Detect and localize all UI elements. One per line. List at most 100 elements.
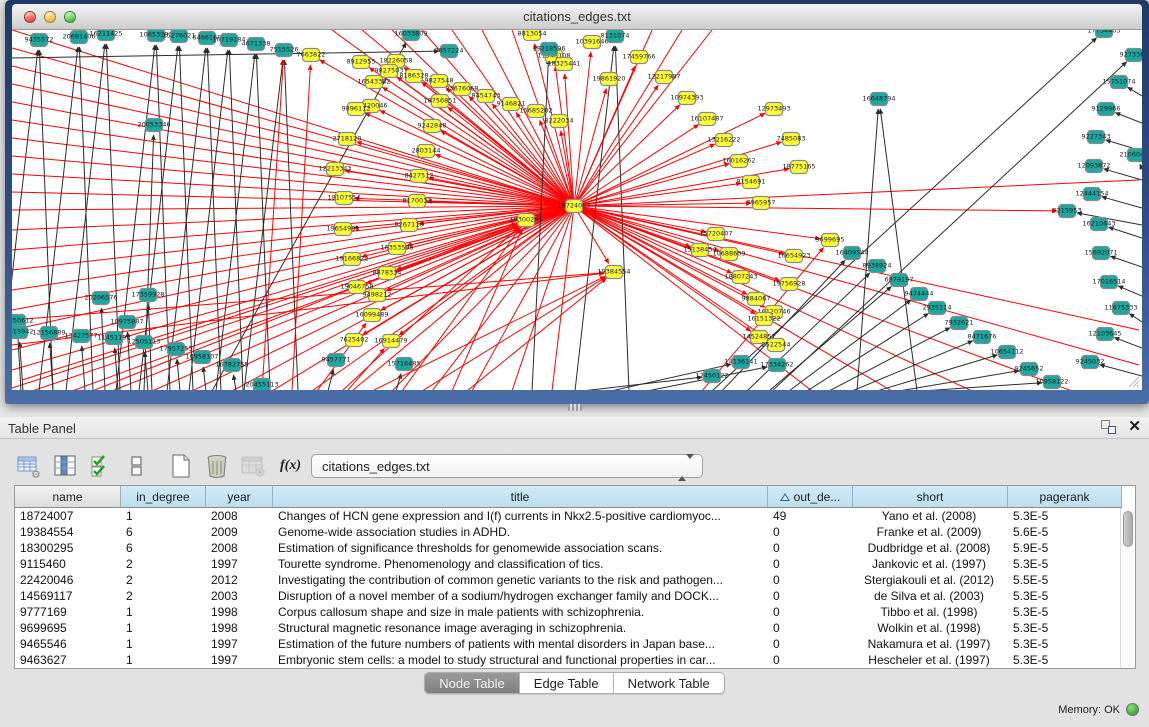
network-window-titlebar[interactable]: citations_edges.txt xyxy=(12,4,1142,30)
table-cell: Dudbridge et al. (2008) xyxy=(853,540,1008,556)
function-builder-icon[interactable]: f(x) xyxy=(280,458,301,474)
table-header-row: namein_degreeyeartitleout_de...shortpage… xyxy=(15,486,1135,508)
table-select-dropdown[interactable]: citations_edges.txt xyxy=(311,454,703,478)
graph-node-label: 16409544 xyxy=(835,249,868,257)
graph-node-label: 9457771 xyxy=(322,356,351,364)
table-cell: de Silva et al. (2003) xyxy=(853,588,1008,604)
graph-node-label: 10958122 xyxy=(1035,378,1068,386)
column-header-out-de-[interactable]: out_de... xyxy=(768,486,853,508)
scrollbar-thumb[interactable] xyxy=(1123,511,1133,547)
graph-node-label: 15716485 xyxy=(387,360,420,368)
table-cell: 1997 xyxy=(206,556,273,572)
table-row[interactable]: 1938455462009Genome-wide association stu… xyxy=(15,524,1135,540)
graph-node-label: 12217987 xyxy=(647,73,680,81)
graph-node-label: 12505113 xyxy=(127,338,160,346)
graph-node-label: 9435572 xyxy=(25,36,54,44)
graph-node-label: 16151322 xyxy=(747,315,780,323)
table-row[interactable]: 1872400712008Changes of HCN gene express… xyxy=(15,508,1135,524)
close-panel-icon[interactable]: ✕ xyxy=(1128,420,1141,434)
new-file-icon[interactable] xyxy=(166,451,196,481)
graph-node-label: 8813054 xyxy=(518,30,547,38)
graph-node-label: 10958107 xyxy=(185,353,218,361)
graph-node-label: 20455113 xyxy=(245,381,278,389)
graph-node-label: 8878334 xyxy=(373,269,402,277)
table-row[interactable]: 911546021997Tourette syndrome. Phenomeno… xyxy=(15,556,1135,572)
tab-node-table[interactable]: Node Table xyxy=(425,673,520,693)
graph-node-label: 17334262 xyxy=(760,361,793,369)
table-cell: 0 xyxy=(768,524,853,540)
graph-node-label: 12444154 xyxy=(1075,190,1108,198)
graph-node-label: 18325441 xyxy=(547,60,580,68)
column-header-name[interactable]: name xyxy=(15,486,121,508)
graph-node-label: 12093872 xyxy=(1077,162,1110,170)
tab-edge-table[interactable]: Edge Table xyxy=(520,673,614,693)
graph-node-label: 10688609 xyxy=(712,250,745,258)
resize-grip-icon[interactable] xyxy=(1126,374,1140,388)
graph-node-label: 2522544 xyxy=(762,341,791,349)
table-cell: 0 xyxy=(768,556,853,572)
graph-node-label: 7485083 xyxy=(777,135,806,143)
table-cell: Genome-wide association studies in ADHD. xyxy=(273,524,768,540)
table-cell: Tourette syndrome. Phenomenology and cla… xyxy=(273,556,768,572)
table-row[interactable]: 969969511998Structural magnetic resonanc… xyxy=(15,620,1135,636)
table-row[interactable]: 977716911998Corpus callosum shape and si… xyxy=(15,604,1135,620)
show-column-icon[interactable] xyxy=(50,451,80,481)
float-panel-icon[interactable] xyxy=(1101,420,1116,434)
table-cell: 49 xyxy=(768,508,853,524)
graph-node-label: 18107554 xyxy=(327,194,360,202)
table-cell: 2 xyxy=(121,556,206,572)
graph-node-label: 19861920 xyxy=(592,75,625,83)
table-cell: 0 xyxy=(768,540,853,556)
table-cell: 19384554 xyxy=(15,524,121,540)
column-header-in-degree[interactable]: in_degree xyxy=(121,486,206,508)
table-row[interactable]: 1456911722003Disruption of a novel membe… xyxy=(15,588,1135,604)
table-row[interactable]: 946554611997Estimation of the future num… xyxy=(15,636,1135,652)
table-cell: 5.3E-5 xyxy=(1008,604,1122,620)
graph-node-label: 17734403 xyxy=(1087,30,1120,35)
column-header-pagerank[interactable]: pagerank xyxy=(1008,486,1122,508)
row-height-icon[interactable] xyxy=(122,451,152,481)
graph-node-label: 14136141 xyxy=(724,358,757,366)
graph-node-label: 15685202 xyxy=(519,107,552,115)
table-cell: Estimation of significance thresholds fo… xyxy=(273,540,768,556)
tab-network-table[interactable]: Network Table xyxy=(614,673,724,693)
network-canvas[interactable]: 1872400789129551822605898275031654338281… xyxy=(12,30,1142,390)
table-cell: 1997 xyxy=(206,652,273,668)
graph-node-label: 9699695 xyxy=(816,236,845,244)
graph-node-label: 13427577 xyxy=(64,332,97,340)
graph-node-label: 10654112 xyxy=(990,348,1023,356)
table-cell: 1 xyxy=(121,604,206,620)
citation-network-graph[interactable]: 1872400789129551822605898275031654338281… xyxy=(12,30,1142,390)
table-settings-icon[interactable]: ⚙ xyxy=(14,451,44,481)
table-cell: Investigating the contribution of common… xyxy=(273,572,768,588)
table-cell: 0 xyxy=(768,604,853,620)
table-cell: 9463627 xyxy=(15,652,121,668)
delete-table-icon[interactable] xyxy=(202,451,232,481)
table-cell: Tibbo et al. (1998) xyxy=(853,604,1008,620)
status-bar: Memory: OK xyxy=(1058,703,1139,716)
graph-node-label: 8912955 xyxy=(347,58,376,66)
graph-node-label: 12213343 xyxy=(318,165,351,173)
graph-node-label: 9896112 xyxy=(342,105,371,113)
graph-node-label: 13216222 xyxy=(707,136,740,144)
column-header-title[interactable]: title xyxy=(273,486,768,508)
table-cell: 9115460 xyxy=(15,556,121,572)
table-toolbar: ⚙ f(x) citations_edges.txt xyxy=(14,447,703,485)
table-cell: Embryonic stem cells: a model to study s… xyxy=(273,652,768,668)
panel-drag-handle[interactable] xyxy=(568,404,582,411)
graph-node-label: 16211425 xyxy=(89,30,122,38)
vertical-scrollbar[interactable] xyxy=(1120,508,1135,668)
table-cell: 0 xyxy=(768,652,853,668)
table-panel: Table Panel ✕ ⚙ f(x) citations_edges. xyxy=(0,417,1149,727)
graph-node-label: 19756928 xyxy=(772,280,805,288)
graph-node-label: 9273361 xyxy=(1120,51,1142,59)
select-rows-icon[interactable] xyxy=(86,451,116,481)
table-row[interactable]: 2242004622012Investigating the contribut… xyxy=(15,572,1135,588)
column-header-year[interactable]: year xyxy=(206,486,273,508)
graph-node-label: 8965957 xyxy=(747,199,776,207)
column-header-short[interactable]: short xyxy=(853,486,1008,508)
table-row[interactable]: 946362711997Embryonic stem cells: a mode… xyxy=(15,652,1135,668)
table-row[interactable]: 1830029562008Estimation of significance … xyxy=(15,540,1135,556)
table-cell: 5.3E-5 xyxy=(1008,652,1122,668)
graph-node-label: 10975887 xyxy=(110,318,143,326)
